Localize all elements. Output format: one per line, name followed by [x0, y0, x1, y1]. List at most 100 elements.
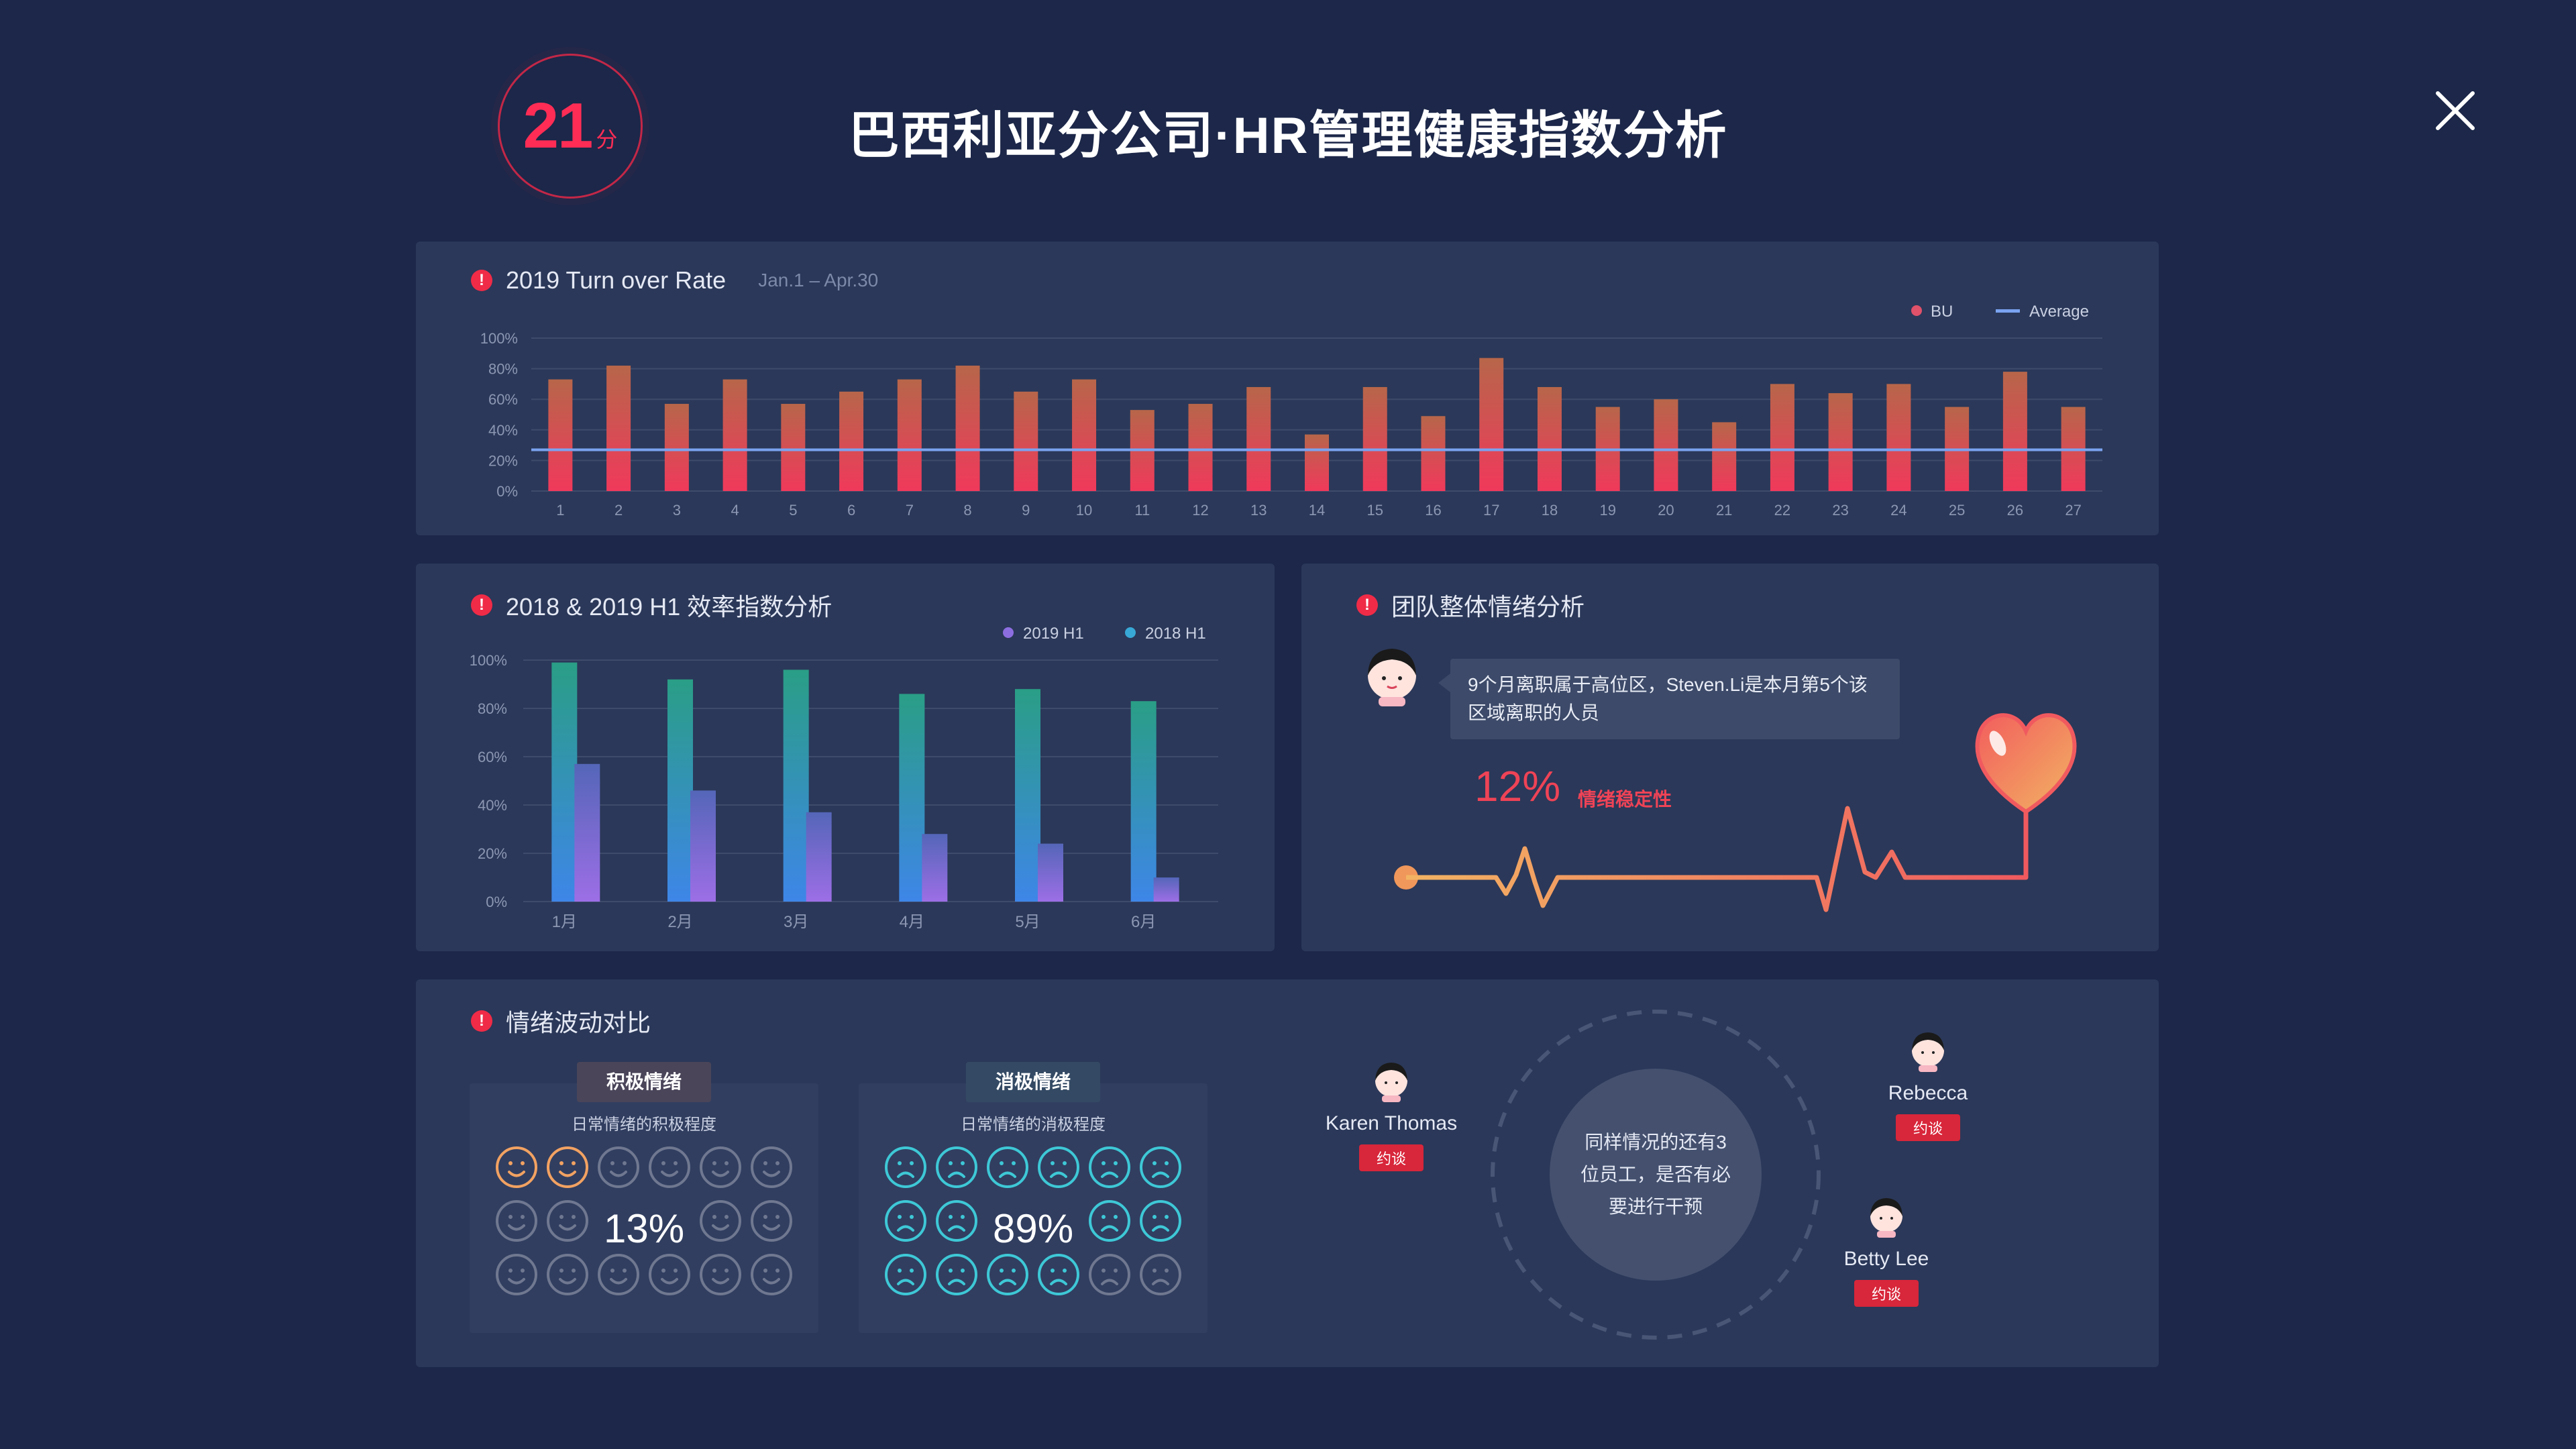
efficiency-bar-2019[interactable]	[1038, 843, 1063, 902]
y-tick-label: 80%	[488, 361, 518, 378]
sad-icon	[1140, 1146, 1181, 1188]
y-tick-label: 20%	[488, 452, 518, 469]
intervention-circle: 同样情况的还有3 位员工，是否有必要进行干预	[1550, 1069, 1762, 1281]
x-tick-label: 12	[1192, 502, 1208, 519]
turnover-legend: BU Average	[1911, 303, 2089, 321]
sad-icon	[1140, 1254, 1181, 1295]
sad-icon	[885, 1254, 926, 1295]
sad-icon	[885, 1146, 926, 1188]
efficiency-bar-2018[interactable]	[667, 679, 693, 902]
turnover-bar[interactable]	[1828, 393, 1853, 491]
efficiency-bar-2019[interactable]	[806, 812, 832, 902]
turnover-bar[interactable]	[722, 379, 747, 491]
x-tick-label: 21	[1716, 502, 1732, 519]
turnover-bar[interactable]	[955, 366, 980, 491]
x-tick-label: 3月	[784, 913, 808, 931]
intervention-text: 同样情况的还有3 位员工，是否有必要进行干预	[1580, 1132, 1731, 1217]
legend-2018-label: 2018 H1	[1145, 625, 1206, 643]
x-tick-label: 14	[1309, 502, 1325, 519]
positive-value: 13%	[604, 1206, 684, 1251]
efficiency-bar-2019[interactable]	[922, 834, 948, 902]
efficiency-bar-2019[interactable]	[574, 763, 600, 902]
turnover-bar[interactable]	[1362, 386, 1387, 491]
sad-icon	[1089, 1254, 1130, 1295]
x-tick-label: 18	[1542, 502, 1558, 519]
turnover-bar[interactable]	[1712, 422, 1737, 491]
turnover-bar[interactable]	[1886, 384, 1911, 491]
smile-icon	[496, 1146, 537, 1188]
efficiency-legend: 2019 H1 2018 H1	[1003, 625, 1206, 643]
legend-avg-label: Average	[2029, 303, 2089, 321]
person-name: Rebecca	[1888, 1082, 1968, 1104]
sad-icon	[1089, 1146, 1130, 1188]
y-tick-label: 20%	[478, 845, 507, 862]
turnover-bar[interactable]	[1305, 434, 1329, 491]
turnover-bar[interactable]	[1421, 416, 1446, 491]
efficiency-bar-2018[interactable]	[551, 662, 578, 902]
turnover-bar[interactable]	[781, 404, 806, 491]
turnover-bar[interactable]	[548, 379, 573, 491]
close-icon[interactable]	[2428, 84, 2482, 138]
close-button[interactable]	[2428, 84, 2482, 138]
turnover-bar[interactable]	[1014, 391, 1038, 491]
negative-tag: 消极情绪	[966, 1062, 1101, 1102]
smile-icon	[700, 1200, 741, 1242]
talk-button[interactable]: 约谈	[1895, 1114, 1960, 1141]
x-tick-label: 19	[1599, 502, 1615, 519]
sad-icon	[936, 1146, 977, 1188]
person-name: Karen Thomas	[1325, 1112, 1458, 1134]
x-tick-label: 7	[906, 502, 914, 519]
turnover-bar[interactable]	[839, 391, 864, 491]
talk-button[interactable]: 约谈	[1358, 1144, 1424, 1171]
smile-icon	[700, 1146, 741, 1188]
smile-icon	[547, 1254, 588, 1295]
turnover-bar[interactable]	[1072, 379, 1097, 491]
turnover-bar[interactable]	[1770, 384, 1794, 491]
efficiency-bar-2018[interactable]	[1130, 701, 1157, 902]
y-tick-label: 60%	[488, 391, 518, 408]
turnover-bar[interactable]	[1537, 386, 1562, 491]
efficiency-chart: 0% 20% 40% 60% 80% 100% 1月 2月 3月 4月 5月 6月 2019 H1 …	[470, 625, 1218, 931]
turnover-bar[interactable]	[897, 379, 922, 491]
efficiency-bar-2018[interactable]	[783, 669, 809, 902]
x-tick-label: 4月	[900, 913, 924, 931]
x-tick-label: 17	[1483, 502, 1499, 519]
legend-bu-dot	[1911, 305, 1922, 316]
positive-tag: 积极情绪	[577, 1062, 712, 1102]
x-tick-label: 26	[2007, 502, 2023, 519]
score-badge: 21 分	[498, 54, 643, 199]
x-tick-label: 1	[556, 502, 564, 519]
turnover-bar[interactable]	[1654, 399, 1678, 491]
x-tick-label: 23	[1832, 502, 1848, 519]
efficiency-bar-2019[interactable]	[690, 790, 716, 902]
avatar-icon	[1870, 1198, 1902, 1238]
smile-icon	[751, 1200, 792, 1242]
emotion-compare-title: ! 情绪波动对比	[471, 1004, 651, 1038]
y-tick-label: 60%	[478, 749, 507, 765]
efficiency-bar-2018[interactable]	[899, 694, 925, 902]
turnover-bar[interactable]	[2002, 372, 2027, 491]
negative-desc: 日常情绪的消极程度	[961, 1116, 1106, 1134]
efficiency-bar-2018[interactable]	[1015, 689, 1040, 902]
heart-icon	[1975, 713, 2077, 814]
x-tick-label: 25	[1949, 502, 1965, 519]
turnover-bar[interactable]	[1479, 358, 1504, 491]
sad-icon	[1089, 1200, 1130, 1242]
y-tick-label: 100%	[480, 330, 518, 347]
emotion-compare-title-text: 情绪波动对比	[506, 1009, 651, 1036]
avatar-icon	[1368, 649, 1416, 706]
turnover-bar[interactable]	[1246, 386, 1271, 491]
efficiency-bar-2019[interactable]	[1153, 877, 1179, 902]
smile-icon	[751, 1254, 792, 1295]
turnover-bar[interactable]	[606, 366, 631, 491]
turnover-bar[interactable]	[1188, 404, 1213, 491]
team-emotion-title: ! 团队整体情绪分析	[1356, 588, 1585, 623]
avatar	[1368, 649, 1416, 706]
alert-icon: !	[471, 1010, 492, 1032]
talk-button[interactable]: 约谈	[1854, 1280, 1919, 1307]
turnover-bar[interactable]	[664, 404, 689, 491]
x-tick-label: 2	[614, 502, 623, 519]
smile-icon	[751, 1146, 792, 1188]
x-tick-label: 4	[731, 502, 739, 519]
x-tick-label: 9	[1022, 502, 1030, 519]
